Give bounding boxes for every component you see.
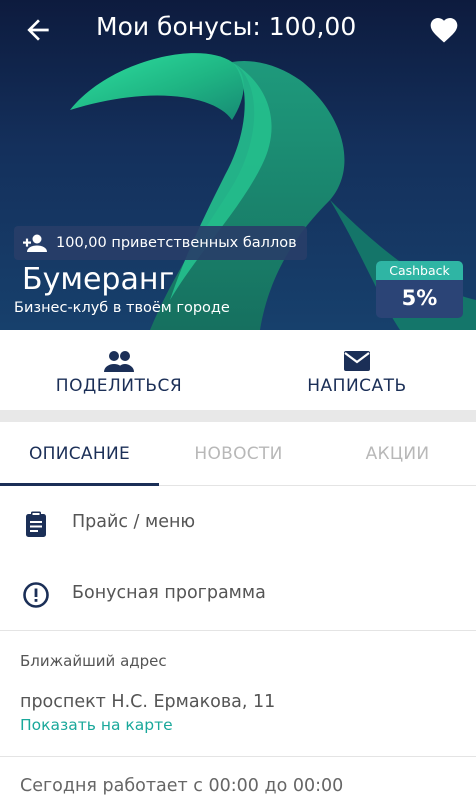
page-title: Мои бонусы: 100,00 xyxy=(96,12,357,41)
tab-promotions[interactable]: АКЦИИ xyxy=(318,422,476,486)
tab-news[interactable]: НОВОСТИ xyxy=(159,422,318,486)
divider xyxy=(0,756,476,757)
business-name: Бумеранг xyxy=(22,262,175,297)
list-item-bonus-program[interactable]: Бонусная программа xyxy=(0,559,476,629)
people-icon xyxy=(104,351,134,372)
mail-icon xyxy=(344,351,370,371)
action-bar: ПОДЕЛИТЬСЯ НАПИСАТЬ xyxy=(0,330,476,410)
top-app-bar: Мои бонусы: 100,00 xyxy=(0,0,476,60)
cashback-value: 5% xyxy=(401,286,438,310)
address-text: проспект Н.С. Ермакова, 11 xyxy=(20,692,276,712)
hero-banner: Мои бонусы: 100,00 100,00 приветственных… xyxy=(0,0,476,330)
exclamation-circle-icon xyxy=(23,582,49,608)
tab-description[interactable]: ОПИСАНИЕ xyxy=(0,422,159,486)
add-person-icon xyxy=(23,234,47,252)
address-heading: Ближайший адрес xyxy=(20,652,167,670)
cashback-label: Cashback xyxy=(376,261,463,280)
working-hours: Сегодня работает с 00:00 до 00:00 xyxy=(20,776,344,796)
tab-bar: ОПИСАНИЕ НОВОСТИ АКЦИИ xyxy=(0,422,476,486)
price-menu-label: Прайс / меню xyxy=(72,512,196,532)
business-slogan: Бизнес-клуб в твоём городе xyxy=(14,300,230,316)
show-on-map-link[interactable]: Показать на карте xyxy=(20,716,173,734)
welcome-bonus-badge: 100,00 приветственных баллов xyxy=(14,226,307,260)
list-item-price-menu[interactable]: Прайс / меню xyxy=(0,488,476,558)
heart-icon[interactable] xyxy=(428,14,460,46)
bonus-program-label: Бонусная программа xyxy=(72,583,266,603)
active-tab-indicator xyxy=(0,483,159,486)
write-button-label: НАПИСАТЬ xyxy=(307,376,407,396)
welcome-bonus-text: 100,00 приветственных баллов xyxy=(56,235,297,251)
share-button[interactable]: ПОДЕЛИТЬСЯ xyxy=(0,330,238,410)
divider xyxy=(0,630,476,631)
section-divider xyxy=(0,410,476,422)
share-button-label: ПОДЕЛИТЬСЯ xyxy=(55,376,183,396)
arrow-left-icon[interactable] xyxy=(22,14,54,46)
cashback-badge: Cashback 5% xyxy=(376,261,463,318)
write-button[interactable]: НАПИСАТЬ xyxy=(238,330,476,410)
clipboard-icon xyxy=(26,511,46,537)
